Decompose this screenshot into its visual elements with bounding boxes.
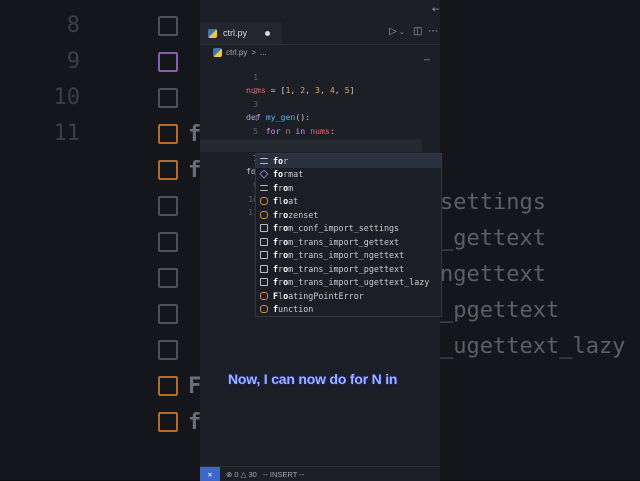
keyword-icon: [260, 184, 268, 191]
vim-mode: -- INSERT --: [262, 469, 305, 479]
autocomplete-popup: fo r fo rmat from f l o at f r o zenset f r o m_con…: [255, 153, 442, 317]
breadcrumb: ctrl.py > ...: [200, 45, 440, 59]
line-number: 11: [248, 207, 258, 217]
background-row: [158, 260, 178, 296]
code-line: 3 def my_gen():: [200, 85, 440, 122]
background-row: [158, 224, 178, 260]
suggestion-item[interactable]: f l o at: [256, 195, 441, 209]
python-file-icon: [208, 28, 217, 38]
tab-bar: ctrl.py ▷ ⌄ ◫ ⋯: [200, 22, 440, 45]
background-row: [158, 332, 178, 368]
snippet-icon: [260, 251, 268, 260]
suggestion-item[interactable]: f r o m_trans_import_ugettext_lazy: [256, 276, 441, 290]
code-line: 5 yield n: [200, 112, 440, 149]
suggestion-item[interactable]: f unction: [256, 303, 441, 317]
snippet-icon: [158, 268, 178, 288]
code-line: 2: [200, 72, 440, 96]
class-icon: [260, 305, 268, 314]
suggestion-item[interactable]: f r o m_trans_import_gettext: [256, 235, 441, 249]
background-row: [158, 188, 178, 224]
suggestion-item[interactable]: f r o m_trans_import_ngettext: [256, 249, 441, 263]
suggestion-item[interactable]: from: [256, 181, 441, 195]
remote-icon[interactable]: ✕: [200, 467, 220, 481]
suggestion-item[interactable]: f r o m_trans_import_pgettext: [256, 262, 441, 276]
chevron-down-icon[interactable]: ⌄: [399, 28, 405, 36]
snippet-icon: [158, 304, 178, 324]
snippet-icon: [260, 224, 268, 233]
suggestion-item[interactable]: f r o zenset: [256, 208, 441, 222]
background-text: _pgettext: [440, 298, 560, 323]
unsaved-dot-icon[interactable]: [265, 31, 270, 36]
snippet-icon: [260, 264, 268, 273]
background-row: [158, 296, 178, 332]
background-row: f: [158, 404, 201, 440]
class-icon: [158, 160, 178, 180]
more-actions-icon[interactable]: ⋯: [428, 26, 438, 37]
snippet-icon: [158, 196, 178, 216]
background-row: [158, 44, 178, 80]
split-editor-icon[interactable]: ◫: [413, 26, 422, 37]
code-line: 6: [200, 126, 440, 150]
background-row: f: [158, 152, 201, 188]
class-icon: [158, 376, 178, 396]
class-icon: [260, 291, 268, 300]
background-row: F: [158, 368, 201, 404]
background-row: f: [158, 116, 201, 152]
suggestion-item[interactable]: f r o m_conf_import_settings: [256, 222, 441, 236]
background-text: _gettext: [440, 226, 546, 251]
background-row: [158, 80, 178, 116]
code-line: 1 nums = [1, 2, 3, 4, 5]: [200, 58, 440, 95]
current-code-line: 7 fo: [200, 139, 422, 177]
class-icon: [158, 124, 178, 144]
code-line: 4 for n in nums:: [200, 99, 440, 136]
background-line-numbers: 8 9 10 11: [53, 13, 81, 146]
tab-ctrl-py[interactable]: ctrl.py: [200, 22, 282, 44]
suggestion-item[interactable]: fo rmat: [256, 168, 441, 182]
suggestion-item[interactable]: Fl o atingPointError: [256, 289, 441, 303]
back-arrow-icon[interactable]: ←: [432, 5, 440, 15]
tab-label: ctrl.py: [223, 28, 248, 38]
suggestion-item[interactable]: fo r: [256, 154, 441, 168]
background-text: settings: [440, 190, 546, 215]
video-caption: Now, I can now do for N in: [228, 371, 398, 387]
snippet-icon: [260, 278, 268, 287]
keyword-icon: [260, 157, 268, 164]
background-text: ngettext: [440, 262, 546, 287]
breadcrumb-more[interactable]: ...: [260, 48, 267, 57]
class-icon: [260, 197, 268, 206]
snippet-icon: [158, 340, 178, 360]
module-icon: [259, 169, 269, 179]
class-icon: [158, 412, 178, 432]
status-bar: ✕ ⊗ 0 △ 30 -- INSERT --: [200, 466, 440, 481]
background-row: [158, 8, 178, 44]
problems-indicator[interactable]: ⊗ 0 △ 30: [226, 470, 257, 479]
module-icon: [158, 52, 178, 72]
breadcrumb-file[interactable]: ctrl.py: [226, 48, 247, 57]
editor-panel: ← ctrl.py ▷ ⌄ ◫ ⋯ ctrl.py > ... ▬▬ 1 num…: [200, 0, 442, 481]
keyword-icon: [158, 16, 178, 36]
run-icon[interactable]: ▷: [389, 26, 397, 37]
python-file-icon: [213, 47, 222, 57]
snippet-icon: [260, 237, 268, 246]
breadcrumb-separator: >: [251, 47, 257, 57]
background-text: _ugettext_lazy: [440, 334, 626, 359]
class-icon: [260, 210, 268, 219]
keyword-icon: [158, 88, 178, 108]
snippet-icon: [158, 232, 178, 252]
